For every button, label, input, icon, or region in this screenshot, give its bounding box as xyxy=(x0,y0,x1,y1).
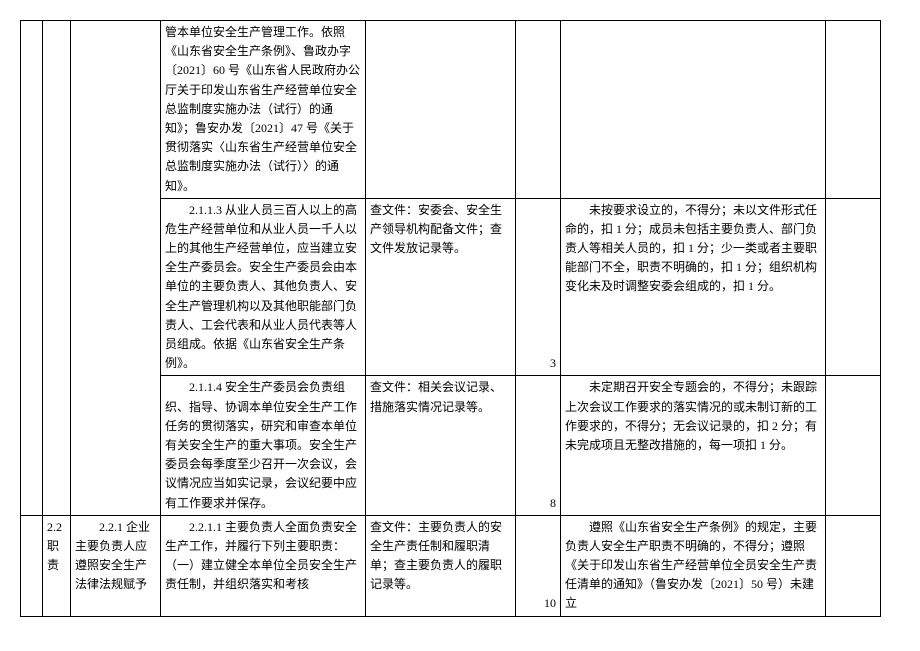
cell-col3: 2.2.1 企业主要负责人应遵照安全生产法律法规赋予 xyxy=(71,515,161,616)
cell-method: 查文件：主要负责人的安全生产责任制和履职清单；查主要负责人的履职记录等。 xyxy=(366,515,516,616)
cell-score: 3 xyxy=(516,198,561,376)
cell-requirement: 2.1.1.4 安全生产委员会负责组织、指导、协调本单位安全生产工作任务的贯彻落… xyxy=(161,376,366,515)
table-row: 2.2 职责 2.2.1 企业主要负责人应遵照安全生产法律法规赋予 2.2.1.… xyxy=(21,515,881,616)
cell-col2: 2.2 职责 xyxy=(43,515,71,616)
cell-criteria: 未按要求设立的，不得分；未以文件形式任命的，扣 1 分；成员未包括主要负责人、部… xyxy=(561,198,826,376)
cell-criteria xyxy=(561,21,826,199)
cell-remark xyxy=(826,376,881,515)
cell-col1 xyxy=(21,21,43,516)
cell-requirement: 2.1.1.3 从业人员三百人以上的高危生产经营单位和从业人员一千人以上的其他生… xyxy=(161,198,366,376)
cell-requirement: 2.2.1.1 主要负责人全面负责安全生产工作，并履行下列主要职责： （一）建立… xyxy=(161,515,366,616)
cell-criteria: 未定期召开安全专题会的，不得分；未跟踪上次会议工作要求的落实情况的或未制订新的工… xyxy=(561,376,826,515)
cell-criteria: 遵照《山东省安全生产条例》的规定，主要负责人安全生产职责不明确的，不得分；遵照《… xyxy=(561,515,826,616)
table-row: 管本单位安全生产管理工作。依照《山东省安全生产条例》、鲁政办字〔2021〕60 … xyxy=(21,21,881,199)
cell-score: 8 xyxy=(516,376,561,515)
cell-score: 10 xyxy=(516,515,561,616)
cell-remark xyxy=(826,21,881,199)
cell-score xyxy=(516,21,561,199)
assessment-table: 管本单位安全生产管理工作。依照《山东省安全生产条例》、鲁政办字〔2021〕60 … xyxy=(20,20,881,617)
cell-method: 查文件：安委会、安全生产领导机构配备文件；查文件发放记录等。 xyxy=(366,198,516,376)
cell-col3 xyxy=(71,21,161,516)
cell-method: 查文件：相关会议记录、措施落实情况记录等。 xyxy=(366,376,516,515)
cell-remark xyxy=(826,198,881,376)
cell-remark xyxy=(826,515,881,616)
cell-col2 xyxy=(43,21,71,516)
cell-col1 xyxy=(21,515,43,616)
cell-method xyxy=(366,21,516,199)
cell-requirement: 管本单位安全生产管理工作。依照《山东省安全生产条例》、鲁政办字〔2021〕60 … xyxy=(161,21,366,199)
